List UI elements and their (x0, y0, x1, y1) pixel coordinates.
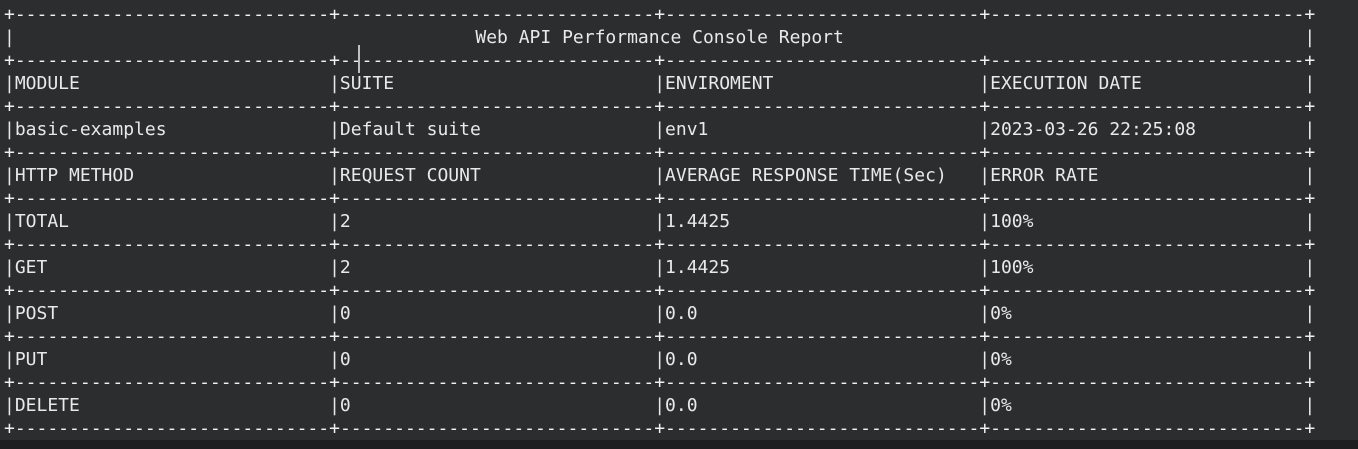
post-request-count: 0 (339, 303, 351, 324)
value-suite: Default suite (339, 119, 481, 140)
border-pipe: | (1304, 165, 1316, 186)
border-pipe: | (979, 165, 991, 186)
border-pipe: | (4, 27, 15, 48)
value-execution-date: 2023-03-26 22:25:08 (990, 119, 1197, 140)
border-pipe: | (329, 395, 340, 416)
border-pipe: | (4, 349, 15, 370)
table-divider: +-----------------------------+---------… (4, 372, 1316, 393)
border-pipe: | (979, 119, 991, 140)
method-row-total: |TOTAL |2 |1.4425 |100% | (4, 210, 1358, 233)
put-avg-response-time: 0.0 (665, 349, 698, 370)
total-avg-response-time: 1.4425 (665, 211, 731, 232)
border-pipe: | (979, 395, 991, 416)
table-divider: +-----------------------------+---------… (4, 96, 1316, 117)
border-pipe: | (979, 73, 991, 94)
header-error-rate: ERROR RATE (990, 165, 1099, 186)
border-pipe: | (329, 165, 340, 186)
table-divider: +-----------------------------+---------… (4, 188, 1316, 209)
table-divider: +-----------------------------+---------… (4, 234, 1316, 255)
border-pipe: | (4, 165, 15, 186)
header-request-count: REQUEST COUNT (339, 165, 481, 186)
post-method: POST (14, 303, 59, 324)
border-pipe: | (654, 303, 666, 324)
table-border-top: +-----------------------------+---------… (4, 4, 1316, 25)
border-pipe: | (4, 119, 15, 140)
table-divider: +-----------------------------+---------… (4, 326, 1316, 347)
table-divider: +-----------------------------+---------… (4, 280, 1316, 301)
border-pipe: | (4, 395, 15, 416)
border-pipe: | (4, 73, 15, 94)
border-pipe: | (329, 349, 340, 370)
header-suite: SUITE (339, 73, 395, 94)
method-row-put: |PUT |0 |0.0 |0% | (4, 348, 1358, 371)
get-request-count: 2 (339, 257, 351, 278)
delete-method: DELETE (14, 395, 80, 416)
border-pipe: | (1304, 303, 1316, 324)
table-divider: +-----------------------------+---------… (4, 50, 1316, 71)
header-avg-response-time: AVERAGE RESPONSE TIME(Sec) (665, 165, 947, 186)
methods-header-row: |HTTP METHOD |REQUEST COUNT |AVERAGE RESPO… (4, 164, 1358, 187)
header-http-method: HTTP METHOD (14, 165, 135, 186)
window-bottom-strip (0, 440, 1358, 449)
method-row-post: |POST |0 |0.0 |0% | (4, 302, 1358, 325)
border-pipe: | (654, 165, 666, 186)
border-pipe: | (329, 303, 340, 324)
border-pipe: | (1304, 73, 1316, 94)
header-environment: ENVIROMENT (665, 73, 774, 94)
border-pipe: | (329, 257, 340, 278)
border-pipe: | (1304, 27, 1316, 48)
header-execution-date: EXECUTION DATE (990, 73, 1142, 94)
border-pipe: | (1304, 349, 1316, 370)
table-divider: +-----------------------------+---------… (4, 142, 1316, 163)
border-pipe: | (654, 73, 666, 94)
put-method: PUT (14, 349, 48, 370)
delete-request-count: 0 (339, 395, 351, 416)
get-avg-response-time: 1.4425 (665, 257, 731, 278)
border-pipe: | (1304, 257, 1316, 278)
border-pipe: | (1304, 395, 1316, 416)
border-pipe: | (979, 349, 991, 370)
border-pipe: | (654, 349, 666, 370)
terminal-output[interactable]: +-----------------------------+---------… (0, 0, 1358, 440)
post-avg-response-time: 0.0 (665, 303, 698, 324)
border-pipe: | (979, 257, 991, 278)
border-pipe: | (4, 257, 15, 278)
suite-header-row: |MODULE |SUITE |ENVIROMENT |EXECUTION DATE | (4, 72, 1358, 95)
put-error-rate: 0% (990, 349, 1012, 370)
total-method: TOTAL (14, 211, 70, 232)
text-cursor (358, 45, 360, 73)
total-error-rate: 100% (990, 211, 1034, 232)
delete-error-rate: 0% (990, 395, 1012, 416)
table-border-bottom: +-----------------------------+---------… (4, 418, 1316, 439)
border-pipe: | (1304, 119, 1316, 140)
border-pipe: | (654, 119, 666, 140)
delete-avg-response-time: 0.0 (665, 395, 698, 416)
border-pipe: | (654, 211, 666, 232)
border-pipe: | (4, 211, 15, 232)
header-module: MODULE (14, 73, 80, 94)
value-environment: env1 (665, 119, 709, 140)
report-title-row: | Web API Performance Console Report | (4, 26, 1358, 49)
value-module: basic-examples (14, 119, 167, 140)
border-pipe: | (654, 395, 666, 416)
border-pipe: | (979, 211, 991, 232)
get-error-rate: 100% (990, 257, 1034, 278)
border-pipe: | (329, 119, 340, 140)
method-row-get: |GET |2 |1.4425 |100% | (4, 256, 1358, 279)
get-method: GET (14, 257, 48, 278)
report-title: Web API Performance Console Report (475, 27, 844, 48)
border-pipe: | (329, 211, 340, 232)
border-pipe: | (329, 73, 340, 94)
suite-data-row: |basic-examples |Default suite |env1 |2023-… (4, 118, 1358, 141)
post-error-rate: 0% (990, 303, 1012, 324)
total-request-count: 2 (339, 211, 351, 232)
border-pipe: | (979, 303, 991, 324)
method-row-delete: |DELETE |0 |0.0 |0% | (4, 394, 1358, 417)
border-pipe: | (4, 303, 15, 324)
border-pipe: | (1304, 211, 1316, 232)
put-request-count: 0 (339, 349, 351, 370)
border-pipe: | (654, 257, 666, 278)
